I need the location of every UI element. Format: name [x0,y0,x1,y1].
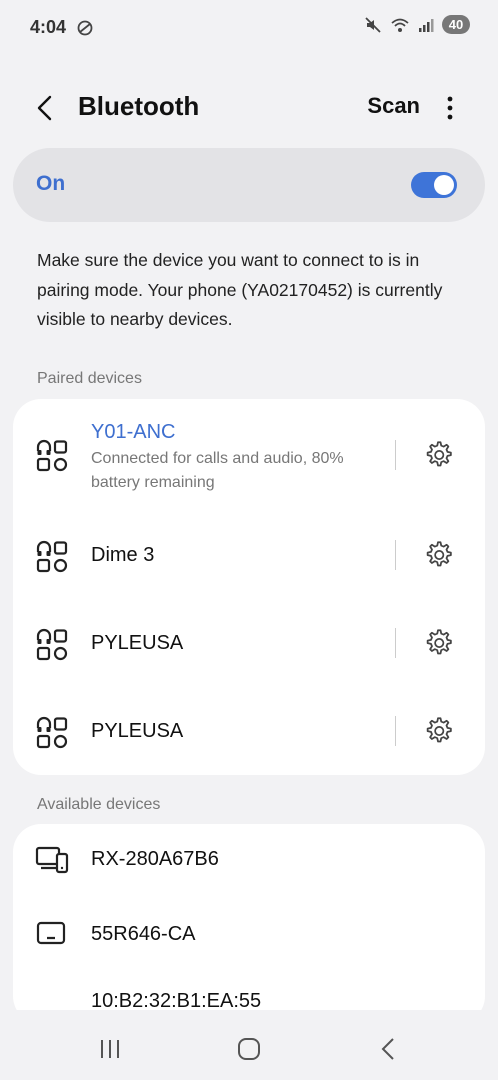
navigation-bar [0,1010,498,1080]
available-device-row[interactable]: 55R646-CA [13,896,485,970]
signal-icon [419,18,434,32]
divider [395,628,396,658]
paired-device-row[interactable]: Y01-ANC Connected for calls and audio, 8… [13,399,485,511]
gear-icon[interactable] [423,628,453,658]
battery-badge: 40 [442,15,470,34]
status-time: 4:04 [30,17,67,37]
bluetooth-description: Make sure the device you want to connect… [37,250,443,329]
mute-icon [365,16,381,33]
paired-devices-card: Y01-ANC Connected for calls and audio, 8… [13,399,485,775]
divider [395,540,396,570]
device-name: Dime 3 [91,544,155,566]
app-header: Bluetooth Scan [0,80,498,136]
back-arrow-icon[interactable] [30,92,62,124]
toggle-label: On [36,172,66,195]
headset-icon [36,439,68,472]
paired-device-row[interactable]: PYLEUSA [13,687,485,775]
available-devices-card: RX-280A67B6 55R646-CA 10:B2:32:B1:EA:55 [13,824,485,1024]
switch-knob [434,175,454,195]
divider [395,440,396,470]
recent-apps-icon[interactable] [98,1038,122,1060]
more-options-icon[interactable] [440,94,460,122]
device-name: RX-280A67B6 [91,848,219,870]
devices-icon [35,846,69,874]
device-name: 55R646-CA [91,923,196,945]
gear-icon[interactable] [423,716,453,746]
tv-icon [36,921,66,945]
paired-devices-header: Paired devices [37,370,142,387]
paired-device-row[interactable]: Dime 3 [13,511,485,599]
bluetooth-toggle-card[interactable]: On [13,148,485,222]
device-name: PYLEUSA [91,720,184,742]
available-devices-header: Available devices [37,796,161,813]
home-icon[interactable] [237,1037,261,1061]
back-nav-icon[interactable] [378,1037,400,1061]
divider [395,716,396,746]
scan-button[interactable]: Scan [367,93,420,119]
page-title: Bluetooth [78,91,200,121]
device-status: Connected for calls and audio, 80% batte… [91,450,344,491]
available-device-row[interactable]: RX-280A67B6 [13,824,485,896]
device-name: PYLEUSA [91,632,184,654]
headset-icon [36,628,68,661]
wifi-icon [391,18,409,32]
bluetooth-switch[interactable] [411,172,457,198]
paired-device-row[interactable]: PYLEUSA [13,599,485,687]
status-bar: 4:04 40 [0,0,498,56]
gear-icon[interactable] [423,540,453,570]
gear-icon[interactable] [423,440,453,470]
status-right-icons: 40 [364,15,470,34]
headset-icon [36,716,68,749]
device-name: Y01-ANC [91,421,176,443]
headset-icon [36,540,68,573]
sync-icon [77,20,93,36]
